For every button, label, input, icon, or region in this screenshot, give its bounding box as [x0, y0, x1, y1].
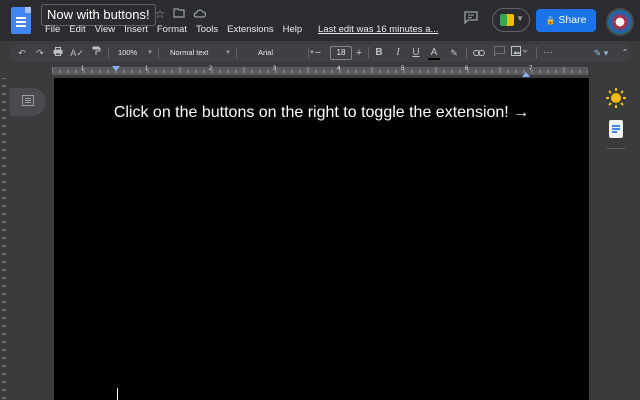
paint-format-icon[interactable] [90, 46, 102, 60]
print-icon[interactable] [52, 46, 64, 60]
toolbar-divider [236, 47, 237, 59]
highlighter-icon[interactable]: ✎ [448, 46, 460, 60]
toolbar-divider [466, 47, 467, 59]
menu-help[interactable]: Help [283, 24, 303, 38]
add-comment-icon[interactable] [492, 46, 506, 60]
text-color-button[interactable]: A [428, 46, 440, 60]
menu-extensions[interactable]: Extensions [227, 24, 273, 38]
menu-file[interactable]: File [45, 24, 60, 38]
cloud-icon[interactable] [192, 7, 206, 21]
keep-notes-icon[interactable] [609, 120, 623, 138]
increase-font-size-button[interactable]: + [354, 46, 364, 60]
toolbar-divider [368, 47, 369, 59]
document-body-text[interactable]: Click on the buttons on the right to tog… [54, 104, 589, 122]
move-folder-icon[interactable] [172, 7, 186, 21]
sun-icon[interactable] [605, 87, 627, 109]
share-button[interactable]: 🔒 Share [536, 9, 596, 32]
ruler-number: 1 [145, 66, 149, 72]
menu-tools[interactable]: Tools [196, 24, 218, 38]
menu-insert[interactable]: Insert [124, 24, 148, 38]
font-size-input[interactable]: 18 [330, 46, 352, 60]
italic-button[interactable]: I [393, 46, 403, 60]
ruler-number: 1 [81, 66, 85, 72]
outline-icon[interactable] [10, 88, 46, 116]
avatar[interactable] [606, 8, 634, 36]
underline-button[interactable]: U [411, 46, 421, 60]
ruler-number: 6 [465, 66, 469, 72]
document-title[interactable]: Now with buttons! [41, 4, 156, 26]
decrease-font-size-button[interactable]: − [313, 46, 323, 60]
indent-marker-icon[interactable] [112, 66, 120, 72]
star-icon[interactable]: ☆ [153, 7, 167, 21]
text-cursor [117, 388, 118, 400]
toolbar-divider [158, 47, 159, 59]
meet-icon[interactable]: ▼ [492, 8, 530, 32]
undo-icon[interactable]: ↶ [16, 46, 28, 60]
side-panel-divider [607, 148, 625, 149]
more-options-button[interactable]: ··· [540, 46, 556, 60]
ruler-number: 3 [273, 66, 277, 72]
last-edit-link[interactable]: Last edit was 16 minutes a... [318, 24, 438, 35]
redo-icon[interactable]: ↷ [34, 46, 46, 60]
ruler-number: 2 [209, 66, 213, 72]
zoom-value: 100% [118, 48, 138, 57]
toolbar-divider [308, 47, 309, 59]
style-select[interactable]: Normal text ▼ [166, 46, 234, 60]
toolbar-divider [108, 47, 109, 59]
menu-format[interactable]: Format [157, 24, 187, 38]
ruler-labels: 11234567 [52, 66, 588, 76]
menu-bar: File Edit View Insert Format Tools Exten… [45, 24, 311, 38]
bold-button[interactable]: B [374, 46, 384, 60]
link-icon[interactable] [472, 46, 486, 60]
vertical-ruler [2, 78, 6, 399]
docs-icon[interactable] [11, 7, 31, 34]
comment-icon[interactable] [460, 10, 482, 30]
edit-mode-icon[interactable]: ✎ ▾ [588, 46, 614, 60]
font-value: Arial [258, 48, 274, 57]
image-icon[interactable] [510, 46, 530, 60]
menu-view[interactable]: View [95, 24, 115, 38]
toolbar-divider [536, 47, 537, 59]
right-indent-marker-icon[interactable] [522, 71, 530, 77]
menu-edit[interactable]: Edit [69, 24, 85, 38]
ruler-number: 5 [401, 66, 405, 72]
lock-icon: 🔒 [545, 16, 556, 25]
spellcheck-icon[interactable]: A✓ [70, 46, 84, 60]
document-page[interactable] [54, 78, 589, 400]
zoom-select[interactable]: 100% ▼ [114, 46, 156, 60]
share-label: Share [558, 14, 587, 26]
ruler-number: 4 [337, 66, 341, 72]
collapse-toolbar-icon[interactable]: ⌃ [620, 46, 630, 60]
style-value: Normal text [170, 48, 209, 57]
font-select[interactable]: Arial ▼ [242, 46, 318, 60]
